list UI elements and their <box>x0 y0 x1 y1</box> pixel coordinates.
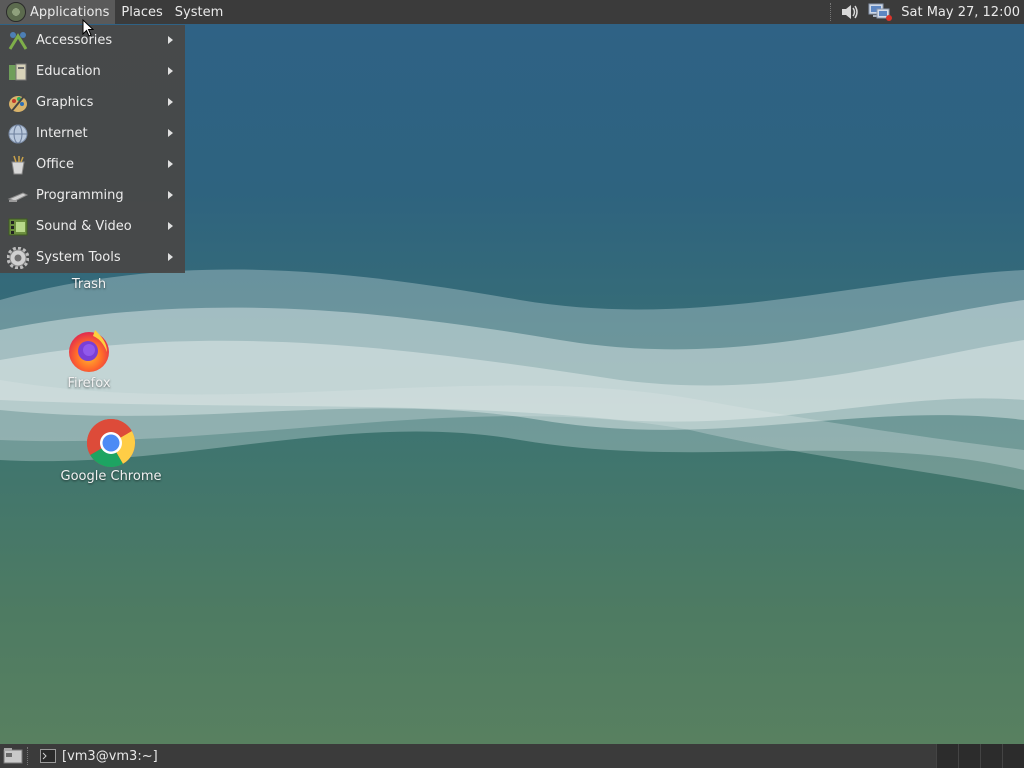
office-icon <box>7 154 29 176</box>
workspace-4[interactable] <box>1002 744 1024 768</box>
system-menu[interactable]: System <box>169 0 229 24</box>
menu-item-label: Programming <box>36 188 124 203</box>
submenu-arrow-icon <box>168 160 173 168</box>
menu-item-system-tools[interactable]: System Tools <box>0 242 185 273</box>
mouse-cursor-icon <box>82 19 94 37</box>
menu-item-education[interactable]: Education <box>0 56 185 87</box>
menu-item-label: Sound & Video <box>36 219 132 234</box>
menu-item-label: System Tools <box>36 250 121 265</box>
desktop-screen: Applications Places System Sat May 27, 1… <box>0 0 1024 768</box>
desktop-icon-firefox[interactable]: Firefox <box>58 326 120 391</box>
menu-item-label: Office <box>36 157 74 172</box>
chrome-icon <box>86 418 136 468</box>
workspace-2[interactable] <box>958 744 980 768</box>
panel-tray: Sat May 27, 12:00 <box>826 0 1024 24</box>
desktop-icon-google-chrome[interactable]: Google Chrome <box>60 418 162 484</box>
menu-item-label: Internet <box>36 126 88 141</box>
top-panel: Applications Places System Sat May 27, 1… <box>0 0 1024 24</box>
volume-icon[interactable] <box>839 2 861 22</box>
submenu-arrow-icon <box>168 36 173 44</box>
submenu-arrow-icon <box>168 129 173 137</box>
trash-label: Trash <box>71 277 107 292</box>
places-menu-label: Places <box>121 4 163 20</box>
submenu-arrow-icon <box>168 253 173 261</box>
applications-dropdown: Accessories Education Graphics Internet … <box>0 25 185 273</box>
bottom-separator <box>27 747 32 765</box>
menu-item-programming[interactable]: Programming <box>0 180 185 211</box>
applications-logo-icon <box>6 2 26 22</box>
terminal-task-label: [vm3@vm3:~] <box>62 748 158 764</box>
menu-item-office[interactable]: Office <box>0 149 185 180</box>
clock[interactable]: Sat May 27, 12:00 <box>893 5 1024 20</box>
system-menu-label: System <box>174 4 224 20</box>
accessories-icon <box>7 30 29 52</box>
education-icon <box>7 61 29 83</box>
firefox-icon <box>65 326 113 374</box>
network-icon[interactable] <box>867 2 893 22</box>
menu-item-label: Education <box>36 64 101 79</box>
google-chrome-label: Google Chrome <box>60 469 162 484</box>
menu-item-graphics[interactable]: Graphics <box>0 87 185 118</box>
menu-item-label: Graphics <box>36 95 94 110</box>
bottom-panel: [vm3@vm3:~] <box>0 744 1024 768</box>
desktop-icon-trash[interactable]: Trash <box>60 277 118 292</box>
graphics-icon <box>7 92 29 114</box>
sound-video-icon <box>7 216 29 238</box>
submenu-arrow-icon <box>168 98 173 106</box>
menu-item-sound-video[interactable]: Sound & Video <box>0 211 185 242</box>
applications-menu-label: Applications <box>30 4 110 20</box>
firefox-label: Firefox <box>67 376 111 391</box>
show-desktop-icon[interactable] <box>3 747 23 765</box>
submenu-arrow-icon <box>168 191 173 199</box>
programming-icon <box>7 185 29 207</box>
workspace-1[interactable] <box>936 744 958 768</box>
menu-item-internet[interactable]: Internet <box>0 118 185 149</box>
places-menu[interactable]: Places <box>115 0 168 24</box>
system-tools-icon <box>6 246 30 269</box>
applications-menu[interactable]: Applications <box>0 0 116 24</box>
tray-separator <box>830 3 835 21</box>
internet-icon <box>7 123 29 145</box>
submenu-arrow-icon <box>168 222 173 230</box>
workspace-3[interactable] <box>980 744 1002 768</box>
terminal-icon <box>40 749 56 763</box>
menu-item-label: Accessories <box>36 33 113 48</box>
submenu-arrow-icon <box>168 67 173 75</box>
taskbar-item-terminal[interactable]: [vm3@vm3:~] <box>36 744 164 768</box>
